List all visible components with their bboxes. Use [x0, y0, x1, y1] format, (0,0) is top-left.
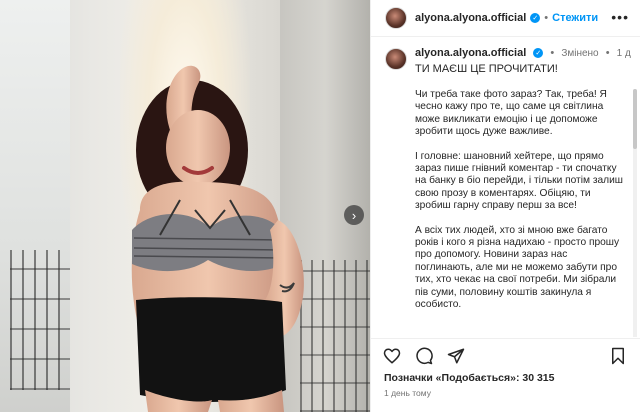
post-side-panel: alyona.alyona.official ✓ • Стежити ••• a… [370, 0, 640, 412]
likes-count[interactable]: Позначки «Подобається»: 30 315 [384, 372, 554, 384]
caption-scrollbar[interactable] [633, 89, 637, 337]
separator-dot: • [605, 47, 610, 59]
comment-icon[interactable] [415, 347, 433, 365]
separator-dot: • [550, 47, 555, 59]
post-header: alyona.alyona.official ✓ • Стежити ••• [371, 0, 640, 37]
caption-paragraph: І головне: шановний хейтере, що прямо за… [415, 150, 623, 212]
bookmark-icon[interactable] [609, 347, 627, 365]
verified-icon: ✓ [530, 13, 541, 23]
post-age: 1 д [616, 48, 631, 59]
person-photo [131, 65, 304, 412]
post-time[interactable]: 1 день тому [384, 388, 431, 398]
follow-button[interactable]: Стежити [552, 12, 598, 24]
caption-username[interactable]: alyona.alyona.official [415, 47, 526, 59]
scroll-thumb[interactable] [633, 89, 637, 149]
heart-icon[interactable] [383, 347, 401, 365]
caption-title: ТИ МАЄШ ЦЕ ПРОЧИТАТИ! [415, 63, 558, 75]
caption-area[interactable]: alyona.alyona.official ✓ • Змінено • 1 д… [371, 37, 640, 337]
separator-dot: • [544, 12, 549, 24]
author-avatar[interactable] [385, 7, 407, 29]
caption-paragraph: Чи треба таке фото зараз? Так, треба! Я … [415, 89, 607, 138]
post-image[interactable]: › [0, 0, 370, 412]
edited-label: Змінено [561, 48, 599, 59]
post-actions: Позначки «Подобається»: 30 315 1 день то… [371, 338, 640, 413]
more-options-icon[interactable]: ••• [611, 9, 629, 25]
caption-avatar[interactable] [385, 48, 407, 70]
verified-icon: ✓ [533, 48, 544, 59]
caption-paragraph: А всіх тих людей, хто зі мною вже багато… [415, 224, 620, 311]
share-icon[interactable] [447, 347, 465, 365]
author-username[interactable]: alyona.alyona.official [415, 12, 526, 24]
next-arrow-icon: › [351, 207, 357, 223]
balcony-railing [10, 250, 70, 390]
next-image-button[interactable]: › [344, 205, 364, 225]
caption-text: Чи треба таке фото зараз? Так, треба! Я … [415, 89, 627, 312]
